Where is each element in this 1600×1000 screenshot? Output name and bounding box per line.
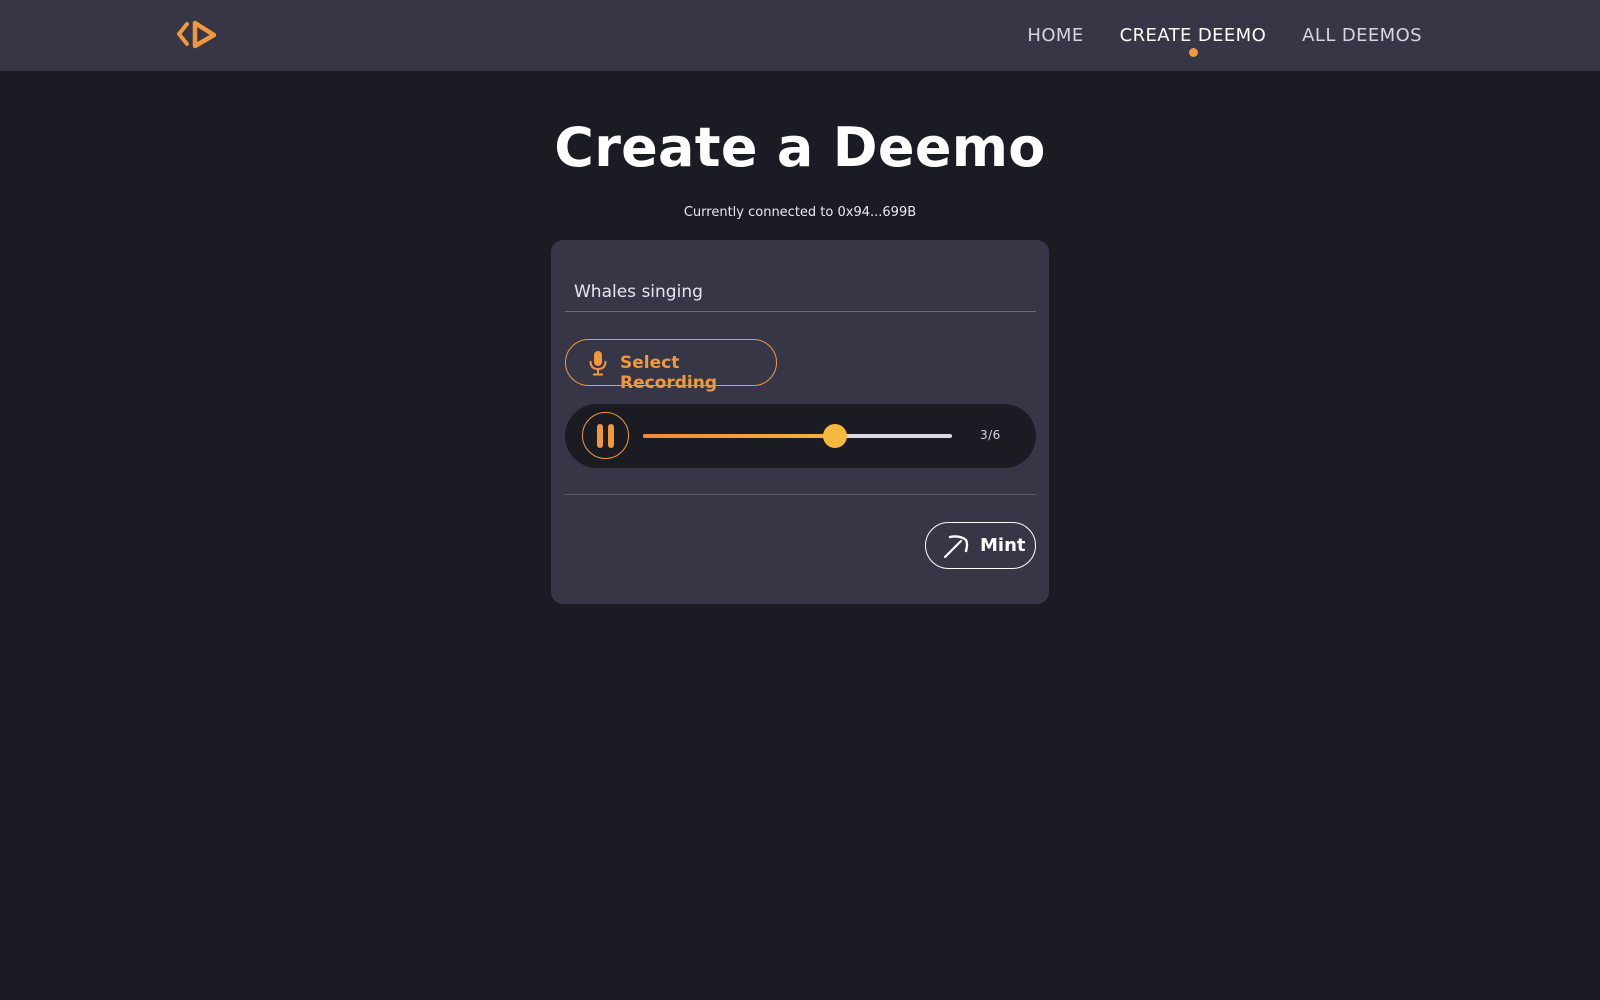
audio-progress-fill [643,434,835,438]
nav-links: HOME CREATE DEEMO ALL DEEMOS [1027,0,1422,71]
card-divider [565,494,1036,495]
pickaxe-icon [943,535,969,559]
pause-icon [608,424,614,448]
select-recording-button[interactable]: Select Recording [565,339,777,393]
nav-create-deemo[interactable]: CREATE DEEMO [1120,0,1267,71]
microphone-icon [589,351,607,376]
audio-progress-slider[interactable] [643,424,952,448]
deemo-title-input[interactable] [565,272,1036,312]
active-indicator-dot [1188,48,1198,57]
nav-create-deemo-label: CREATE DEEMO [1119,25,1267,46]
deemo-logo-icon[interactable] [175,15,225,55]
audio-player: 3/6 [565,404,1036,468]
audio-time-label: 3/6 [980,428,1001,442]
select-recording-label: Select Recording [620,353,718,393]
pause-icon [597,424,603,448]
nav-all-deemos[interactable]: ALL DEEMOS [1302,0,1422,71]
page-title: Create a Deemo [554,116,1046,179]
top-navbar: HOME CREATE DEEMO ALL DEEMOS [0,0,1600,71]
mint-button[interactable]: Mint [925,522,1036,569]
audio-progress-thumb[interactable] [822,424,847,448]
nav-home[interactable]: HOME [1027,0,1083,71]
connected-wallet-text: Currently connected to 0x94...699B [683,205,917,220]
create-deemo-card: Select Recording 3/6 Mint [551,240,1049,604]
pause-button[interactable] [582,412,629,459]
mint-label: Mint [980,535,1026,556]
